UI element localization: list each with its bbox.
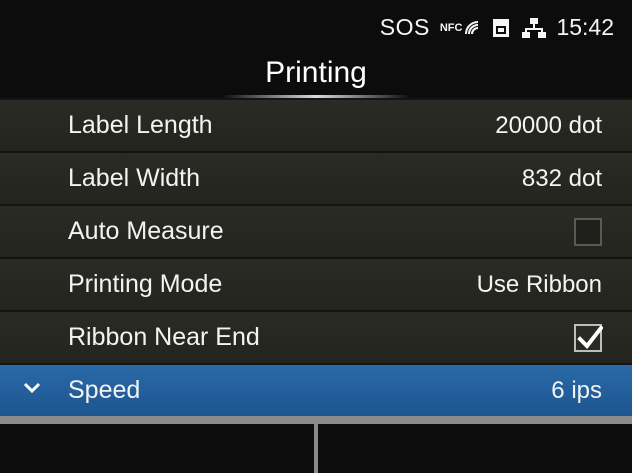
setting-value: Use Ribbon bbox=[476, 270, 602, 298]
chevron-down-icon bbox=[22, 381, 42, 400]
softkey-left[interactable] bbox=[0, 416, 314, 473]
title-bar: Printing bbox=[0, 50, 632, 98]
setting-label: Speed bbox=[68, 376, 141, 404]
setting-value: 20000 dot bbox=[495, 111, 602, 139]
softkey-right[interactable] bbox=[314, 416, 632, 473]
setting-speed[interactable]: Speed 6 ips bbox=[0, 365, 632, 416]
setting-label: Ribbon Near End bbox=[68, 323, 260, 351]
softkey-bar bbox=[0, 416, 632, 473]
printer-screen: SOS NFC 15:42 Printing Label Length 2000… bbox=[0, 0, 632, 473]
nfc-signal-icon bbox=[465, 20, 479, 34]
setting-printing-mode[interactable]: Printing Mode Use Ribbon bbox=[0, 259, 632, 310]
setting-ribbon-near-end[interactable]: Ribbon Near End bbox=[0, 312, 632, 363]
sd-card-icon bbox=[490, 17, 512, 39]
setting-label: Printing Mode bbox=[68, 270, 223, 298]
settings-list: Label Length 20000 dot Label Width 832 d… bbox=[0, 100, 632, 418]
nfc-label: NFC bbox=[439, 21, 463, 34]
status-bar: SOS NFC 15:42 bbox=[0, 0, 632, 50]
sos-indicator: SOS bbox=[379, 14, 430, 40]
nfc-indicator: NFC bbox=[440, 20, 481, 36]
network-icon bbox=[522, 17, 547, 39]
clock: 15:42 bbox=[556, 14, 614, 40]
setting-label: Auto Measure bbox=[68, 217, 224, 245]
setting-label-length[interactable]: Label Length 20000 dot bbox=[0, 100, 632, 151]
setting-label: Label Length bbox=[68, 111, 213, 139]
page-title: Printing bbox=[265, 56, 367, 89]
setting-value: 6 ips bbox=[551, 376, 602, 404]
ribbon-near-end-checkbox[interactable] bbox=[574, 324, 603, 352]
auto-measure-checkbox[interactable] bbox=[574, 218, 602, 246]
setting-label-width[interactable]: Label Width 832 dot bbox=[0, 153, 632, 204]
title-underline bbox=[221, 95, 411, 98]
setting-label: Label Width bbox=[68, 164, 201, 192]
check-icon bbox=[577, 325, 603, 350]
setting-value: 832 dot bbox=[521, 164, 602, 192]
status-group: SOS NFC 15:42 bbox=[380, 14, 614, 41]
setting-auto-measure[interactable]: Auto Measure bbox=[0, 206, 632, 257]
